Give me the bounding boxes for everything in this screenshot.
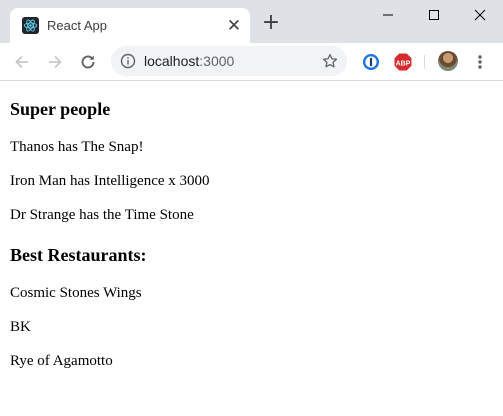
tab-title: React App <box>47 18 107 33</box>
tab-close-icon[interactable]: ✕ <box>226 17 242 34</box>
star-icon[interactable] <box>321 52 339 70</box>
url-host: localhost <box>144 53 200 69</box>
minimize-icon <box>383 14 393 16</box>
more-vert-icon[interactable] <box>474 52 486 72</box>
super-person-item: Dr Strange has the Time Stone <box>10 207 194 223</box>
browser-tab[interactable]: React App ✕ <box>10 8 250 43</box>
page-content: Super people Thanos has The Snap! Iron M… <box>0 81 503 416</box>
1password-icon[interactable] <box>362 53 380 71</box>
browser-toolbar: localhost:3000 ABP <box>0 43 503 80</box>
restaurants-heading: Best Restaurants: <box>10 245 147 265</box>
url-text: localhost:3000 <box>144 53 234 69</box>
super-person-item: Thanos has The Snap! <box>10 139 144 155</box>
window-close-button[interactable] <box>457 0 503 30</box>
toolbar-separator <box>424 55 425 69</box>
avatar[interactable] <box>438 51 458 71</box>
maximize-icon <box>429 10 439 20</box>
restaurant-item: Rye of Agamotto <box>10 353 113 369</box>
reload-icon[interactable] <box>78 52 98 72</box>
maximize-button[interactable] <box>411 0 457 30</box>
minimize-button[interactable] <box>365 0 411 30</box>
adblock-plus-icon[interactable]: ABP <box>394 53 412 71</box>
forward-arrow-icon[interactable] <box>45 52 65 72</box>
address-bar[interactable]: localhost:3000 <box>111 46 347 76</box>
restaurant-item: BK <box>10 319 31 335</box>
react-logo-icon <box>22 17 39 34</box>
new-tab-button[interactable]: + <box>260 12 282 35</box>
close-icon <box>474 9 486 21</box>
back-arrow-icon[interactable] <box>12 52 32 72</box>
url-port: :3000 <box>199 53 235 69</box>
adblock-plus-label: ABP <box>396 60 411 67</box>
super-person-item: Iron Man has Intelligence x 3000 <box>10 173 210 189</box>
super-people-heading: Super people <box>10 99 111 119</box>
info-icon[interactable] <box>120 53 136 69</box>
tab-strip: React App ✕ + <box>0 0 503 43</box>
restaurant-item: Cosmic Stones Wings <box>10 285 142 301</box>
